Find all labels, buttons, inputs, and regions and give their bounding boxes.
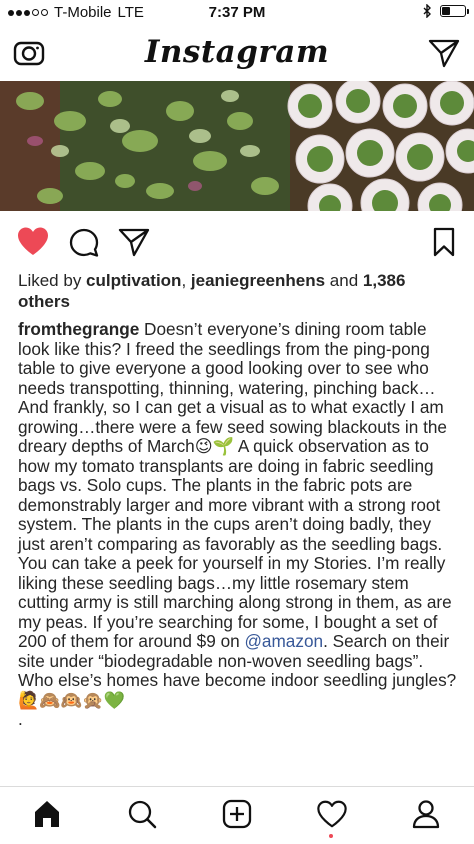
- post-photo[interactable]: [0, 81, 474, 211]
- like-heart-fill: [18, 227, 48, 255]
- post-actions: [0, 222, 474, 262]
- caption-mention-link[interactable]: @amazon: [244, 631, 323, 651]
- share-icon[interactable]: [118, 227, 150, 257]
- add-post-icon[interactable]: [222, 799, 252, 829]
- bluetooth-icon: [423, 4, 431, 18]
- likes-prefix: Liked by: [18, 271, 87, 290]
- bookmark-icon[interactable]: [432, 227, 456, 257]
- like-heart-icon[interactable]: [16, 226, 50, 256]
- bottom-nav: [0, 786, 474, 844]
- likes-summary[interactable]: Liked by culptivation, jeaniegreenhens a…: [18, 270, 458, 312]
- likes-separator: ,: [181, 271, 191, 290]
- activity-heart-icon[interactable]: [316, 799, 348, 829]
- clock: 7:37 PM: [208, 4, 266, 21]
- profile-icon[interactable]: [411, 799, 441, 829]
- likes-and: and: [325, 271, 363, 290]
- status-bar: T-Mobile LTE 7:37 PM: [0, 0, 474, 26]
- battery-icon: [440, 5, 469, 17]
- search-icon[interactable]: [127, 799, 157, 829]
- home-icon[interactable]: [32, 799, 62, 829]
- post-caption: fromthegrange Doesn’t everyone’s dining …: [18, 319, 462, 730]
- caption-trailing-dot: .: [18, 709, 23, 729]
- comment-icon[interactable]: [68, 227, 100, 259]
- system-icons: [423, 4, 469, 18]
- caption-username[interactable]: fromthegrange: [18, 319, 139, 339]
- activity-notification-dot: [329, 834, 333, 838]
- liker-username[interactable]: culptivation: [86, 271, 181, 290]
- paper-plane-icon[interactable]: [428, 38, 460, 68]
- liker-username[interactable]: jeaniegreenhens: [191, 271, 325, 290]
- app-header: Instagram: [0, 26, 474, 80]
- caption-text: Doesn’t everyone’s dining room table loo…: [18, 319, 452, 651]
- seedlings-image: [0, 81, 474, 211]
- instagram-logo: Instagram: [144, 34, 330, 70]
